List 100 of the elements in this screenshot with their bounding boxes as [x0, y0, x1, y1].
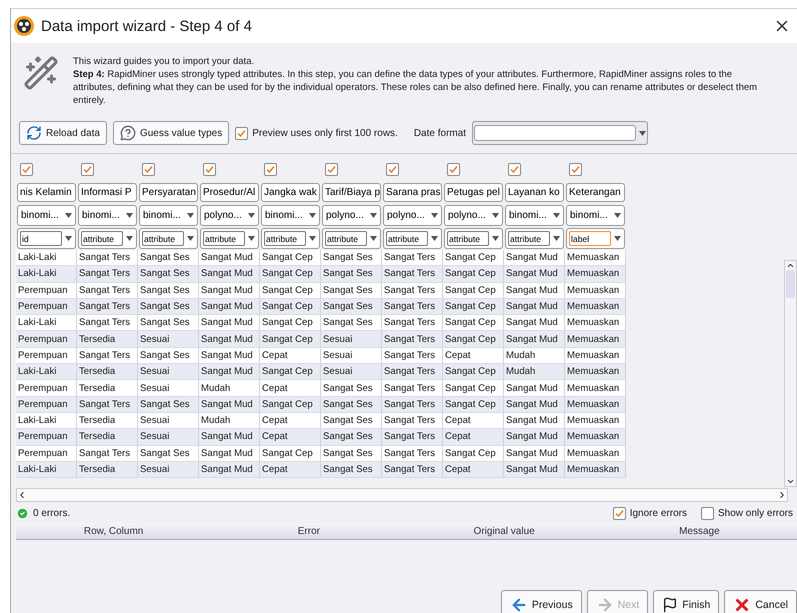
horizontal-scrollbar[interactable] [16, 488, 788, 502]
finish-button[interactable]: Finish [653, 590, 720, 613]
flag-icon [662, 597, 678, 613]
type-dropdown[interactable]: binomi... [17, 205, 76, 226]
role-field[interactable]: attribute [508, 231, 550, 246]
cancel-button[interactable]: Cancel [724, 590, 797, 613]
caret-icon [248, 213, 255, 218]
column-name-field[interactable]: Jangka wak [261, 183, 320, 202]
role-dropdown[interactable]: attribute [383, 228, 442, 249]
column-name-field[interactable]: Keterangan [566, 183, 625, 202]
date-format-label: Date format [414, 128, 466, 138]
scroll-down-icon[interactable] [786, 477, 796, 486]
caret-icon [309, 236, 316, 241]
caret-icon [553, 236, 560, 241]
column-name-field[interactable]: nis Kelamin [17, 183, 76, 202]
preview-checkbox[interactable]: Preview uses only first 100 rows. [235, 126, 398, 140]
column-name-field[interactable]: Layanan ko [505, 183, 564, 202]
column-name-field[interactable]: Informasi P [78, 183, 137, 202]
table-cell: Sangat Mud [504, 462, 565, 478]
role-field[interactable]: attribute [386, 231, 428, 246]
checkbox-icon[interactable] [612, 507, 626, 520]
table-cell: Cepat [443, 462, 504, 478]
caret-icon [187, 213, 194, 218]
role-dropdown[interactable]: label [566, 228, 625, 249]
role-dropdown[interactable]: attribute [139, 228, 198, 249]
previous-button[interactable]: Previous [500, 590, 582, 613]
role-field[interactable]: attribute [325, 231, 367, 246]
caret-icon [126, 213, 133, 218]
caret-icon [431, 213, 438, 218]
role-field[interactable]: attribute [264, 231, 306, 246]
caret-icon [370, 213, 377, 218]
column-name-field[interactable]: Prosedur/Al [200, 183, 259, 202]
type-dropdown[interactable]: binomi... [505, 205, 564, 226]
type-dropdown[interactable]: binomi... [566, 205, 625, 226]
error-count: 0 errors. [33, 508, 72, 519]
role-dropdown[interactable]: attribute [78, 228, 137, 249]
column-checkbox[interactable] [569, 163, 582, 176]
caret-icon [614, 236, 621, 241]
scroll-thumb[interactable] [786, 270, 796, 298]
column-checkbox[interactable] [203, 163, 216, 176]
caret-icon [65, 213, 72, 218]
column-name-field[interactable]: Persyaratan [139, 183, 198, 202]
caret-icon [431, 236, 438, 241]
question-bubble-icon [120, 125, 136, 141]
type-dropdown[interactable]: polyno... [200, 205, 259, 226]
checkbox-icon[interactable] [235, 126, 248, 140]
role-dropdown[interactable]: attribute [505, 228, 564, 249]
arrow-right-icon [596, 596, 614, 613]
role-field[interactable]: attribute [203, 231, 245, 246]
role-dropdown[interactable]: attribute [322, 228, 381, 249]
column-checkbox[interactable] [447, 163, 460, 176]
role-field[interactable]: attribute [142, 231, 184, 246]
checkbox-icon[interactable] [700, 507, 714, 520]
type-dropdown[interactable]: binomi... [78, 205, 137, 226]
table-cell: Laki-Laki [16, 462, 77, 478]
refresh-icon [26, 125, 42, 141]
caret-icon [370, 236, 377, 241]
table-cell: Sangat Ters [382, 462, 443, 478]
column-name-field[interactable]: Petugas pel [444, 183, 503, 202]
caret-icon [248, 236, 255, 241]
type-dropdown[interactable]: binomi... [261, 205, 320, 226]
role-field[interactable]: attribute [81, 231, 123, 246]
column-checkbox[interactable] [386, 163, 399, 176]
role-dropdown[interactable]: attribute [261, 228, 320, 249]
column-name-field[interactable]: Sarana pras [383, 183, 442, 202]
table-cell: Sangat Ses [321, 462, 382, 478]
scroll-up-icon[interactable] [786, 261, 796, 270]
column-header: Row, Column [82, 526, 144, 536]
role-field[interactable]: id [20, 231, 62, 246]
type-dropdown[interactable]: polyno... [383, 205, 442, 226]
role-dropdown[interactable]: attribute [444, 228, 503, 249]
type-dropdown[interactable]: polyno... [444, 205, 503, 226]
table-cell: Memuaskan [565, 462, 626, 478]
column-checkbox[interactable] [264, 163, 277, 176]
column-checkbox[interactable] [325, 163, 338, 176]
column-checkbox[interactable] [81, 163, 94, 176]
option-checkbox[interactable]: Ignore errors [612, 507, 687, 520]
caret-icon [492, 213, 499, 218]
column-checkbox[interactable] [508, 163, 521, 176]
success-icon [16, 507, 29, 520]
caret-icon [492, 236, 499, 241]
intro-text: This wizard guides you to import your data. [73, 55, 256, 68]
type-dropdown[interactable]: binomi... [139, 205, 198, 226]
role-field[interactable]: attribute [447, 231, 489, 246]
guess-button[interactable]: Guess value types [112, 121, 230, 145]
role-dropdown[interactable]: id [17, 228, 76, 249]
role-field[interactable]: label [569, 231, 611, 246]
column-name-field[interactable]: Tarif/Biaya p [322, 183, 381, 202]
type-dropdown[interactable]: polyno... [322, 205, 381, 226]
column-header: Error [296, 526, 321, 536]
role-dropdown[interactable]: attribute [200, 228, 259, 249]
reload-button[interactable]: Reload data [19, 121, 107, 145]
caret-icon [553, 213, 560, 218]
column-checkbox[interactable] [142, 163, 155, 176]
option-checkbox[interactable]: Show only errors [700, 507, 793, 520]
vertical-scrollbar[interactable] [784, 260, 797, 487]
date-format-field[interactable] [472, 121, 648, 145]
caret-icon [187, 236, 194, 241]
column-checkbox[interactable] [20, 163, 33, 176]
table-cell: Cepat [260, 462, 321, 478]
